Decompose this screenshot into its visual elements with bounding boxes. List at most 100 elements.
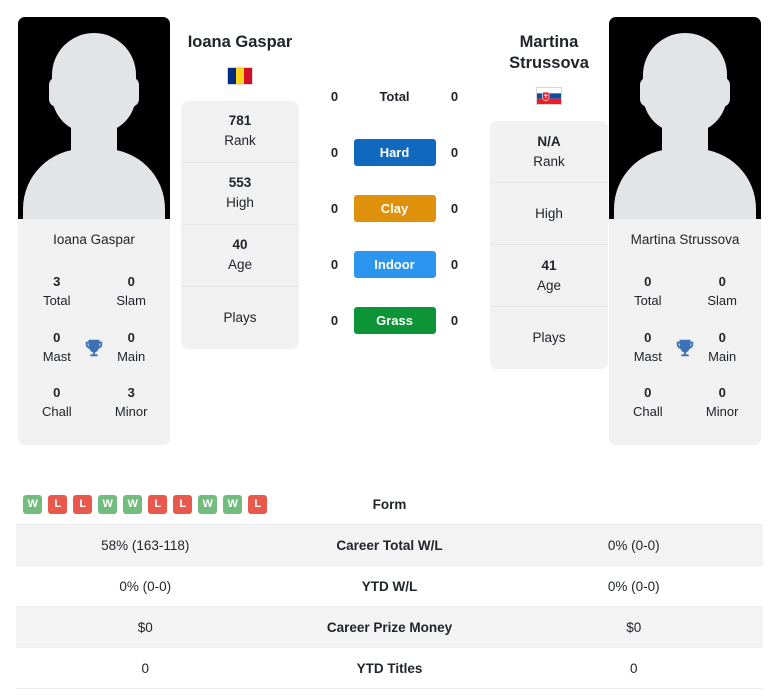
vstat-age-left: 40 Age <box>181 225 299 287</box>
titles-mast-left: 0 Mast <box>32 329 82 367</box>
titles-chall-value: 0 <box>53 385 61 401</box>
surface-indoor-left-value: 0 <box>330 256 339 272</box>
form-badge-win[interactable]: W <box>123 494 143 514</box>
player-info-right: Martina Strussova N/A Rank High 41 Age P… <box>489 10 609 370</box>
titles-total-value: 0 <box>644 274 652 289</box>
surface-clay-label-wrap: Clay <box>352 194 438 222</box>
titles-slam-left: 0 Slam <box>106 273 156 311</box>
titles-total-left: 3 Total <box>32 273 82 311</box>
vstat-plays-label: Plays <box>223 309 257 325</box>
surface-row-grass: 0 Grass 0 <box>300 292 489 348</box>
table-row: 0 YTD Titles 0 <box>16 648 763 689</box>
trophy-icon <box>82 337 107 359</box>
titles-main-right: 0 Main <box>697 329 747 367</box>
surface-grass-badge[interactable]: Grass <box>353 306 436 334</box>
surface-indoor-badge[interactable]: Indoor <box>353 250 436 278</box>
surface-total-label-wrap: Total <box>352 89 438 104</box>
titles-total-label: Total <box>43 292 71 308</box>
vstat-age-label: Age <box>227 257 253 273</box>
form-badge-loss[interactable]: L <box>173 494 193 514</box>
player-name-right[interactable]: Martina Strussova <box>509 32 589 73</box>
vstat-plays-left: Plays <box>181 287 299 349</box>
form-badge-win[interactable]: W <box>198 494 218 514</box>
titles-chall-label: Chall <box>41 404 72 420</box>
titles-slam-value: 0 <box>127 274 135 289</box>
vstat-high-label: High <box>226 195 254 211</box>
titles-row: 0 Mast 0 Main <box>18 320 170 376</box>
form-badge-win[interactable]: W <box>223 494 243 514</box>
player-name-right-line1: Martina <box>519 33 579 51</box>
vstat-age-label: Age <box>536 277 562 293</box>
surface-clay-right-value: 0 <box>450 200 459 216</box>
titles-slam-value: 0 <box>718 274 726 289</box>
form-badge-win[interactable]: W <box>23 494 43 514</box>
titles-minor-value: 0 <box>718 385 726 401</box>
titles-row: 0 Chall 3 Minor <box>18 375 170 431</box>
form-badge-loss[interactable]: L <box>148 494 168 514</box>
form-badges-left: WLLWWLLWWL <box>16 494 275 514</box>
table-cell-left: 58% (163-118) <box>101 537 190 553</box>
table-cell-left: $0 <box>137 619 153 635</box>
titles-total-right: 0 Total <box>623 273 673 311</box>
titles-main-label: Main <box>708 348 737 364</box>
titles-total-value: 3 <box>53 274 61 289</box>
player-photo-caption-left: Ioana Gaspar <box>18 219 170 260</box>
avatar-ear-right <box>123 77 139 107</box>
table-row-label: Form <box>372 496 407 512</box>
romania-flag-icon <box>227 66 253 85</box>
table-row: $0 Career Prize Money $0 <box>16 607 763 648</box>
titles-minor-label: Minor <box>114 404 148 420</box>
vstat-rank-value: 781 <box>228 112 252 128</box>
table-row-label: YTD Titles <box>356 660 423 676</box>
table-cell-left: 0 <box>141 660 149 676</box>
form-badge-loss[interactable]: L <box>248 494 268 514</box>
avatar-body <box>614 149 756 219</box>
player-photo-card-right[interactable]: Martina Strussova 0 Total 0 Slam 0 Mast … <box>609 17 761 446</box>
surface-hard-badge[interactable]: Hard <box>353 138 436 166</box>
table-row-label: YTD W/L <box>361 578 418 594</box>
form-badge-loss[interactable]: L <box>48 494 68 514</box>
player-name-left[interactable]: Ioana Gaspar <box>188 32 293 53</box>
surface-total-left-value: 0 <box>330 88 339 104</box>
surface-row-indoor: 0 Indoor 0 <box>300 236 489 292</box>
titles-slam-label: Slam <box>116 292 146 308</box>
table-row: 58% (163-118) Career Total W/L 0% (0-0) <box>16 525 763 566</box>
titles-mast-label: Mast <box>633 348 662 364</box>
player-photo-card-left[interactable]: Ioana Gaspar 3 Total 0 Slam 0 Mast 0 Mai… <box>18 17 170 446</box>
form-badge-loss[interactable]: L <box>73 494 93 514</box>
table-row: 0% (0-0) YTD W/L 0% (0-0) <box>16 566 763 607</box>
surface-clay-badge[interactable]: Clay <box>353 194 436 222</box>
titles-minor-right: 0 Minor <box>697 384 747 422</box>
titles-row: 0 Chall 0 Minor <box>609 375 761 431</box>
surface-grass-right-value: 0 <box>450 312 459 328</box>
surface-indoor-right-value: 0 <box>450 256 459 272</box>
player-info-left: Ioana Gaspar 781 Rank 553 High 40 Age Pl… <box>180 10 300 349</box>
trophy-icon <box>673 337 698 359</box>
avatar-ear-left <box>49 77 65 107</box>
vstat-rank-label: Rank <box>533 153 565 169</box>
form-badge-win[interactable]: W <box>98 494 118 514</box>
surface-indoor-label-wrap: Indoor <box>352 250 438 278</box>
table-cell-right: 0% (0-0) <box>607 578 660 594</box>
titles-chall-right: 0 Chall <box>623 384 673 422</box>
vstat-rank-right: N/A Rank <box>490 121 608 184</box>
table-cell-right: 0% (0-0) <box>607 537 660 553</box>
slovakia-flag-icon <box>536 87 562 106</box>
player-photo-caption-right: Martina Strussova <box>609 219 761 260</box>
vstat-high-label: High <box>535 205 563 221</box>
player-avatar-left <box>18 17 170 219</box>
titles-minor-left: 3 Minor <box>106 384 156 422</box>
table-cell-left: 0% (0-0) <box>119 578 172 594</box>
vstat-rank-value: N/A <box>537 133 561 149</box>
titles-grid-right: 0 Total 0 Slam 0 Mast 0 Main 0 Chall 0 M… <box>609 260 761 446</box>
titles-mast-value: 0 <box>53 329 61 345</box>
avatar-ear-right <box>714 77 730 107</box>
titles-chall-left: 0 Chall <box>32 384 82 422</box>
vstat-plays-label: Plays <box>532 330 566 346</box>
table-row-label: Career Total W/L <box>336 537 443 553</box>
vstat-rank-label: Rank <box>224 133 256 149</box>
vstat-high-right: High <box>490 183 608 246</box>
titles-minor-value: 3 <box>127 385 135 401</box>
surface-hard-left-value: 0 <box>330 144 339 160</box>
surface-total-right-value: 0 <box>450 88 459 104</box>
